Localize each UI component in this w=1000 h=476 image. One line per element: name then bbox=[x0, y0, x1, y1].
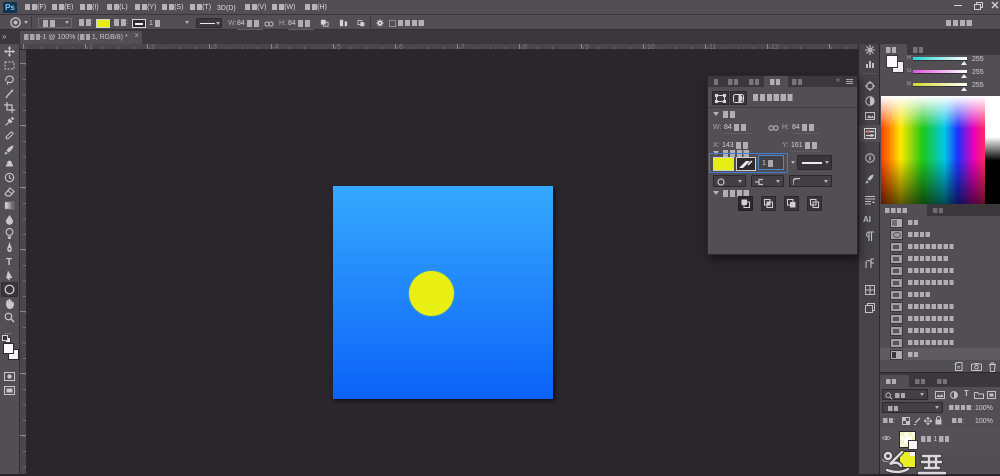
svg-text:T: T bbox=[6, 257, 12, 267]
